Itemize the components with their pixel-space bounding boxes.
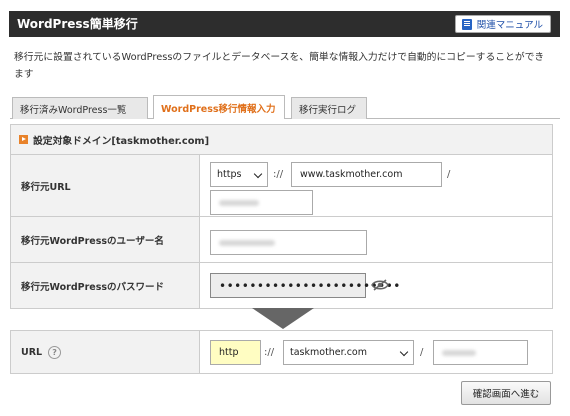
chevron-down-icon bbox=[253, 169, 263, 179]
protocol-separator: :// bbox=[273, 169, 284, 180]
redacted-value bbox=[442, 349, 476, 356]
manual-icon bbox=[461, 18, 472, 30]
source-domain-input[interactable]: www.taskmother.com bbox=[291, 162, 442, 187]
destination-path-separator: / bbox=[420, 347, 424, 358]
wp-user-row: 移行元WordPressのユーザー名 bbox=[11, 217, 552, 263]
destination-domain-select[interactable]: taskmother.com bbox=[283, 340, 414, 365]
tab-migration-input[interactable]: WordPress移行情報入力 bbox=[153, 95, 285, 119]
page-title: WordPress簡単移行 bbox=[17, 17, 138, 31]
related-manual-label: 関連マニュアル bbox=[476, 20, 543, 31]
destination-path-input[interactable] bbox=[433, 340, 528, 365]
section-marker-icon bbox=[19, 135, 28, 144]
source-path-input[interactable] bbox=[210, 190, 313, 215]
source-url-row: 移行元URL https :// www.taskmother.com / bbox=[11, 155, 552, 217]
tab-bar: 移行済みWordPress一覧 WordPress移行情報入力 移行実行ログ bbox=[10, 95, 560, 119]
destination-protocol-separator: :// bbox=[264, 347, 275, 358]
wp-password-row: 移行元WordPressのパスワード •••••••••••••••••••••… bbox=[11, 263, 552, 308]
down-arrow-icon bbox=[252, 308, 314, 329]
source-protocol-value: https bbox=[217, 169, 242, 180]
wp-user-label: 移行元WordPressのユーザー名 bbox=[11, 217, 200, 262]
tab-migration-log[interactable]: 移行実行ログ bbox=[291, 97, 367, 119]
destination-url-label-cell: URL ? bbox=[11, 331, 200, 373]
settings-panel: 設定対象ドメイン[taskmother.com] 移行元URL https :/… bbox=[10, 124, 553, 309]
related-manual-button[interactable]: 関連マニュアル bbox=[454, 15, 551, 33]
page-description: 移行元に設置されているWordPressのファイルとデータベースを、簡単な情報入… bbox=[14, 52, 545, 80]
redacted-value bbox=[219, 239, 275, 246]
section-header: 設定対象ドメイン[taskmother.com] bbox=[11, 125, 552, 155]
help-icon[interactable]: ? bbox=[48, 345, 62, 359]
chevron-down-icon bbox=[399, 347, 409, 357]
destination-protocol-value: http bbox=[219, 347, 239, 358]
app-header: WordPress簡単移行 関連マニュアル bbox=[9, 11, 560, 37]
wp-user-input[interactable] bbox=[210, 230, 367, 255]
section-title: 設定対象ドメイン[taskmother.com] bbox=[33, 135, 210, 147]
toggle-password-visibility-icon[interactable] bbox=[371, 279, 389, 291]
destination-url-label: URL bbox=[21, 346, 43, 358]
source-protocol-select[interactable]: https bbox=[210, 162, 268, 187]
destination-panel: URL ? http :// taskmother.com / bbox=[10, 330, 553, 374]
wp-password-input[interactable]: •••••••••••••••••••••••• bbox=[210, 273, 400, 298]
confirm-button[interactable]: 確認画面へ進む bbox=[461, 381, 551, 405]
source-domain-value: www.taskmother.com bbox=[300, 169, 403, 180]
path-separator: / bbox=[447, 169, 451, 180]
destination-domain-value: taskmother.com bbox=[290, 347, 367, 358]
redacted-value bbox=[219, 199, 259, 206]
wp-password-label: 移行元WordPressのパスワード bbox=[11, 263, 200, 308]
tab-migrated-list[interactable]: 移行済みWordPress一覧 bbox=[12, 97, 148, 119]
source-url-label: 移行元URL bbox=[11, 155, 200, 216]
destination-protocol-field: http bbox=[210, 340, 261, 365]
